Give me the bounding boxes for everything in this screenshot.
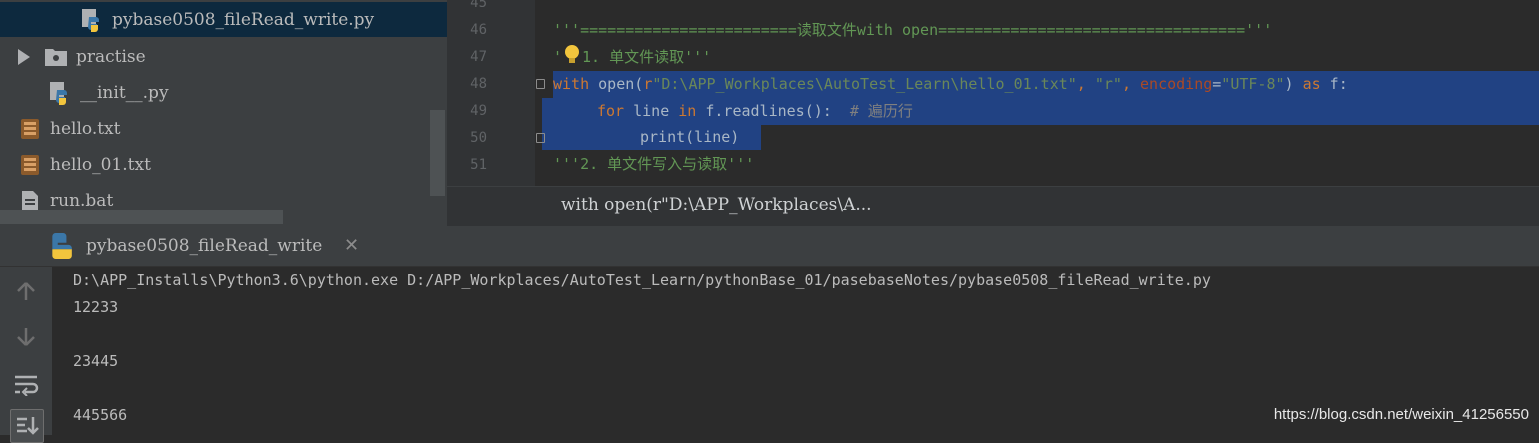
code-line-46: '''========================读取文件with open… bbox=[553, 21, 1273, 39]
code-token: = bbox=[1212, 75, 1222, 93]
python-icon bbox=[52, 233, 72, 259]
hint-text: with open(r"D:\APP_Workplaces\A... bbox=[561, 195, 872, 215]
tree-item-label: __init__.py bbox=[80, 83, 169, 103]
tree-item-init[interactable]: __init__.py bbox=[0, 75, 428, 111]
code-token: ' bbox=[553, 48, 563, 66]
code-token: line bbox=[624, 102, 679, 120]
down-arrow-icon[interactable] bbox=[10, 321, 42, 353]
code-token: encoding bbox=[1140, 75, 1213, 93]
close-icon[interactable]: ✕ bbox=[344, 235, 359, 256]
line-number: 46 bbox=[470, 22, 487, 38]
text-file-icon bbox=[21, 119, 39, 139]
line-number: 47 bbox=[470, 49, 487, 65]
console-line: 12233 bbox=[73, 298, 119, 316]
console-line: D:\APP_Installs\Python3.6\python.exe D:/… bbox=[73, 271, 1211, 289]
tree-horizontal-scrollbar[interactable] bbox=[0, 210, 283, 224]
code-token: as bbox=[1302, 75, 1321, 93]
soft-wrap-icon[interactable] bbox=[10, 369, 42, 401]
code-line-51: '''2. 单文件写入与读取''' bbox=[553, 155, 755, 173]
tree-item-pybase0508[interactable]: pybase0508_fileRead_write.py bbox=[0, 2, 447, 37]
folder-icon bbox=[45, 49, 67, 66]
console-line: 23445 bbox=[73, 352, 119, 370]
code-token: r bbox=[643, 75, 653, 93]
code-token: f.readlines(): bbox=[696, 102, 850, 120]
tree-item-label: run.bat bbox=[50, 191, 114, 211]
code-line-47: ' 1. 单文件读取''' bbox=[553, 44, 711, 71]
fold-marker-icon[interactable] bbox=[536, 133, 545, 143]
code-line-49: for line in f.readlines(): # 遍历行 bbox=[597, 98, 913, 125]
code-editor[interactable]: 45 46 47 48 49 50 51 '''================… bbox=[447, 0, 1539, 226]
tree-vertical-scrollbar[interactable] bbox=[430, 110, 445, 196]
tree-item-hello-txt[interactable]: hello.txt bbox=[0, 111, 428, 147]
run-tab-label: pybase0508_fileRead_write bbox=[86, 236, 323, 256]
tree-item-label: practise bbox=[76, 47, 146, 67]
console-line: 445566 bbox=[73, 406, 128, 424]
code-context-hint: with open(r"D:\APP_Workplaces\A... bbox=[447, 186, 1539, 226]
line-number: 51 bbox=[470, 157, 487, 173]
code-token: , bbox=[1121, 75, 1141, 93]
watermark: https://blog.csdn.net/weixin_41256550 bbox=[1273, 406, 1529, 423]
lightbulb-icon[interactable] bbox=[562, 44, 582, 66]
code-token: 1. 单文件读取''' bbox=[582, 48, 712, 66]
run-toolbar bbox=[0, 267, 52, 443]
code-token: ) bbox=[1284, 75, 1303, 93]
line-number: 45 bbox=[470, 0, 487, 11]
line-gutter: 45 46 47 48 49 50 51 bbox=[447, 0, 535, 186]
run-tab[interactable]: pybase0508_fileRead_write ✕ bbox=[0, 226, 372, 266]
scroll-to-end-icon[interactable] bbox=[10, 409, 44, 443]
code-token: with bbox=[553, 75, 590, 93]
code-token: "r" bbox=[1094, 75, 1122, 93]
fold-marker-icon[interactable] bbox=[536, 79, 545, 89]
code-token: f: bbox=[1320, 75, 1348, 93]
code-token: # 遍历行 bbox=[849, 102, 913, 120]
python-file-icon bbox=[82, 8, 99, 32]
code-token: in bbox=[678, 102, 697, 120]
text-file-icon bbox=[21, 155, 39, 175]
expand-arrow-icon[interactable] bbox=[18, 49, 30, 65]
code-line-50: print(line) bbox=[640, 128, 740, 146]
python-file-icon bbox=[50, 82, 67, 105]
tree-item-label: hello_01.txt bbox=[50, 155, 151, 175]
tree-item-label: hello.txt bbox=[50, 119, 121, 139]
line-number: 48 bbox=[470, 76, 487, 92]
tree-item-practise[interactable]: practise bbox=[0, 39, 428, 75]
project-tree: pybase0508_fileRead_write.py practise __… bbox=[0, 0, 447, 226]
code-token: "D:\APP_Workplaces\AutoTest_Learn\hello_… bbox=[652, 75, 1077, 93]
code-token: for bbox=[597, 102, 625, 120]
code-line-48: with open(r"D:\APP_Workplaces\AutoTest_L… bbox=[553, 71, 1348, 98]
code-token: "UTF-8" bbox=[1221, 75, 1285, 93]
up-arrow-icon[interactable] bbox=[10, 275, 42, 307]
tree-item-label: pybase0508_fileRead_write.py bbox=[112, 9, 375, 30]
code-token: open( bbox=[589, 75, 644, 93]
tree-item-hello01-txt[interactable]: hello_01.txt bbox=[0, 147, 428, 183]
code-token: , bbox=[1076, 75, 1095, 93]
line-number: 49 bbox=[470, 103, 487, 119]
line-number: 50 bbox=[470, 130, 487, 146]
run-tab-bar: pybase0508_fileRead_write ✕ bbox=[0, 226, 1539, 267]
